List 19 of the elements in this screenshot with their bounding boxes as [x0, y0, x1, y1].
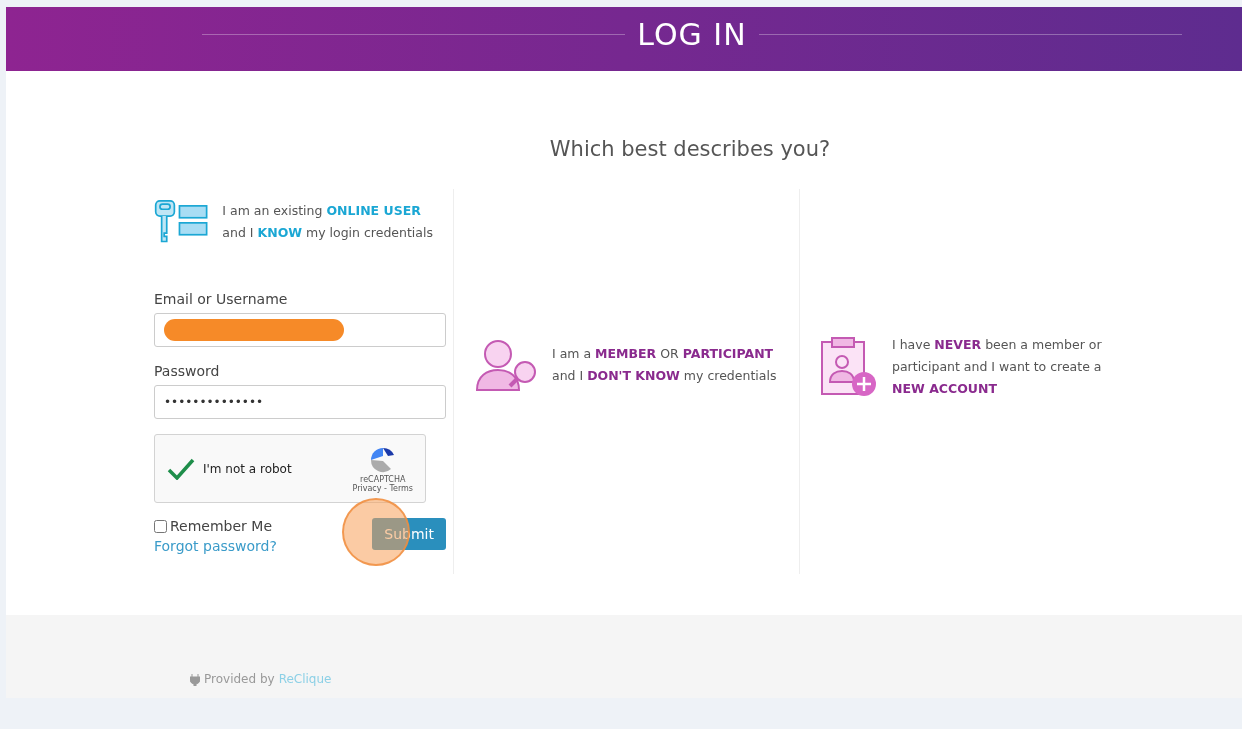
remember-label: Remember Me — [170, 518, 272, 534]
footer-text: Provided by — [204, 672, 275, 686]
check-icon[interactable] — [167, 457, 195, 480]
option-text[interactable]: I am a MEMBER OR PARTICIPANT and I DON'T KNOW my credentials — [552, 343, 777, 387]
field-label: Password — [154, 363, 221, 379]
field-label: Email or Username — [154, 291, 289, 307]
option-text[interactable]: I have NEVER been a member or participant and I want to create a NEW ACCOUNT — [892, 334, 1102, 400]
email-field[interactable] — [154, 313, 446, 347]
remember-checkbox[interactable] — [154, 519, 167, 533]
captcha-label: I'm not a robot — [203, 461, 293, 476]
clipboard-add-icon — [820, 336, 878, 398]
captcha-brand: reCAPTCHA — [360, 474, 406, 484]
captcha-links[interactable]: Privacy - Terms — [352, 483, 413, 493]
password-field[interactable]: •••••••••••••• — [154, 385, 446, 419]
option-text[interactable]: I am an existing ONLINE USER and I KNOW my login credentials — [222, 200, 433, 244]
question-heading: Which best describes you? — [548, 137, 831, 161]
page-title: LOG IN — [637, 16, 747, 52]
captcha-widget[interactable]: I'm not a robot reCAPTCHA Privacy - Terms — [154, 434, 426, 503]
plug-icon — [190, 674, 200, 686]
